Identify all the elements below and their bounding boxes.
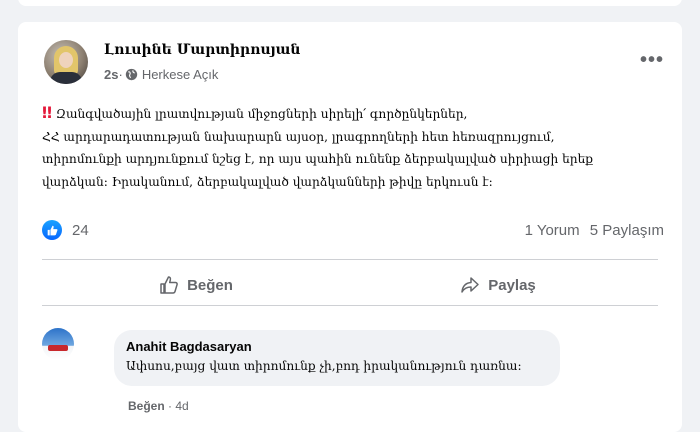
share-arrow-icon [461, 277, 479, 293]
audience-label: Herkese Açık [141, 67, 219, 82]
comment-count-link[interactable]: 1 Yorum [525, 222, 580, 239]
thumbs-up-outline-icon [160, 276, 178, 294]
comment-actions: Beğen · 4d [128, 399, 189, 413]
post-meta: 2s · Herkese Açık [104, 67, 218, 82]
commenter-avatar[interactable] [42, 328, 74, 360]
like-button-label: Beğen [187, 276, 233, 294]
post-line-2: ՀՀ արդարադատության նախարարն այսօր, լրագր… [42, 129, 555, 144]
post-line-1: ‼ Զանգվածային լրատվության միջոցների սիրե… [42, 103, 468, 122]
post-stats: 1 Yorum 5 Paylaşım [525, 222, 664, 239]
meta-separator: · [118, 67, 123, 82]
divider [42, 259, 658, 260]
commenter-name[interactable]: Anahit Bagdasaryan [126, 339, 252, 354]
divider [42, 305, 658, 306]
more-options-button[interactable]: ••• [636, 48, 668, 72]
comment-text: Ափսոս,բայց վատ տիրոմունք չի,բոդ իրականու… [126, 359, 522, 373]
comment-like-link[interactable]: Beğen [128, 399, 165, 413]
share-button[interactable]: Paylaş [348, 268, 648, 302]
post-body: ‼ Զանգվածային լրատվության միջոցների սիրե… [42, 102, 672, 193]
reaction-summary[interactable]: 24 [42, 220, 89, 240]
like-button[interactable]: Beğen [46, 268, 346, 302]
comment-bubble: Anahit Bagdasaryan Ափսոս,բայց վատ տիրոմո… [114, 330, 560, 386]
post-line-3: տիրոմունքի արդյունքում նշեց է, որ այս պա… [42, 152, 594, 166]
author-avatar[interactable] [44, 40, 88, 84]
author-name[interactable]: Լուսինե Մարտիրոսյան [104, 42, 300, 58]
reaction-count: 24 [72, 221, 89, 239]
share-count-link[interactable]: 5 Paylaşım [590, 222, 664, 239]
comment-time[interactable]: · 4d [165, 399, 189, 413]
share-button-label: Paylaş [488, 276, 536, 294]
thumbs-up-icon [42, 220, 62, 240]
post-time[interactable]: 2s [104, 67, 118, 82]
post-card: Լուսինե Մարտիրոսյան 2s · Herkese Açık ••… [18, 22, 682, 432]
post-line-4: վարձկան: Իրականում, ձերբակալված վարձկանն… [42, 174, 493, 189]
globe-icon [125, 68, 138, 81]
double-exclamation-icon: ‼ [42, 103, 53, 122]
previous-card-edge [18, 0, 682, 6]
